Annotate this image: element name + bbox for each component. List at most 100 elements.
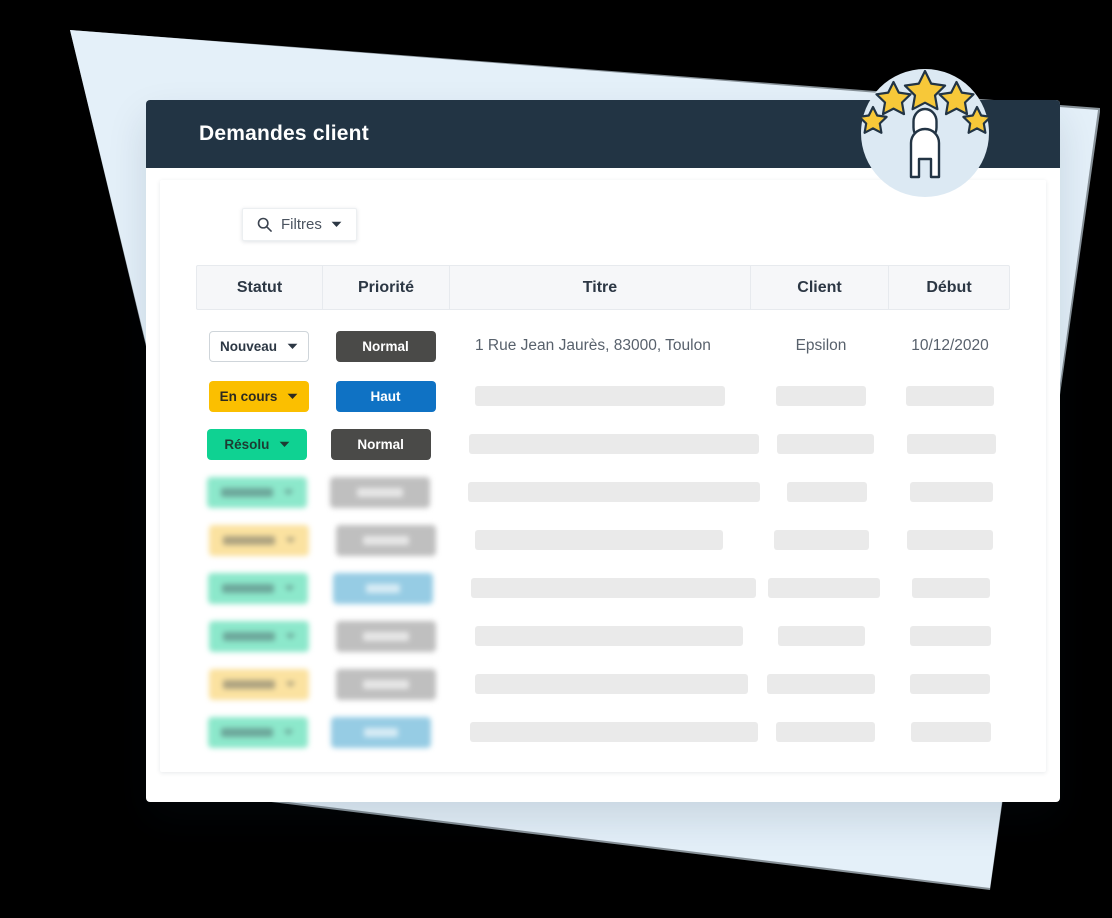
search-icon <box>257 217 272 232</box>
skeleton-bar <box>365 583 400 593</box>
cell-statut <box>196 660 322 708</box>
skeleton-bar <box>362 631 409 641</box>
status-badge-label: Résolu <box>224 436 270 452</box>
cell-debut <box>890 660 1010 708</box>
cell-titre <box>443 420 759 468</box>
cell-statut <box>196 708 319 756</box>
titre-text: 1 Rue Jean Jaurès, 83000, Toulon <box>475 337 711 354</box>
skeleton-bar <box>475 626 743 646</box>
requests-table: Statut Priorité Titre Client Début Nouve… <box>196 265 1010 756</box>
status-badge-label: En cours <box>219 388 278 404</box>
app-window: Demandes client Filtres Statut Priorité … <box>146 100 1060 802</box>
priority-badge <box>329 476 430 508</box>
cell-client <box>752 612 890 660</box>
chevron-down-icon <box>331 221 342 227</box>
status-badge[interactable]: En cours <box>209 380 309 412</box>
debut-text: 10/12/2020 <box>911 337 989 354</box>
priority-badge <box>335 620 436 652</box>
skeleton-bar <box>362 535 409 545</box>
cell-debut <box>894 468 1010 516</box>
status-badge[interactable]: Nouveau <box>209 330 309 362</box>
cell-client: Epsilon <box>752 320 890 372</box>
skeleton-bar <box>907 434 997 454</box>
skeleton-bar <box>475 674 748 694</box>
column-header-priorite[interactable]: Priorité <box>323 266 450 309</box>
chevron-down-icon <box>283 729 294 735</box>
table-row <box>196 612 1010 660</box>
chevron-down-icon <box>285 633 295 639</box>
column-header-client[interactable]: Client <box>751 266 889 309</box>
table-row <box>196 516 1010 564</box>
skeleton-bar <box>907 530 993 550</box>
skeleton-bar <box>468 434 759 454</box>
cell-priorite <box>322 660 449 708</box>
skeleton-bar <box>362 679 409 689</box>
skeleton-bar <box>767 578 880 598</box>
skeleton-bar <box>220 487 273 497</box>
priority-badge-label: Normal <box>357 436 404 452</box>
chevron-down-icon <box>283 489 294 495</box>
cell-titre <box>445 564 757 612</box>
priority-badge-label: Haut <box>370 388 401 404</box>
status-badge <box>207 476 308 508</box>
status-badge-label: Nouveau <box>219 338 277 354</box>
status-badge <box>209 524 309 556</box>
skeleton-bar <box>775 722 875 742</box>
cell-priorite <box>322 516 449 564</box>
skeleton-bar <box>475 530 723 550</box>
skeleton-bar <box>909 626 991 646</box>
column-header-titre[interactable]: Titre <box>450 266 751 309</box>
skeleton-bar <box>469 722 758 742</box>
cell-client <box>758 708 893 756</box>
priority-badge[interactable]: Normal <box>330 428 431 460</box>
cell-titre <box>449 372 752 420</box>
chevron-down-icon <box>279 441 290 447</box>
skeleton-bar <box>222 535 275 545</box>
skeleton-bar <box>475 386 725 406</box>
cell-statut: En cours <box>196 372 322 420</box>
cell-titre: 1 Rue Jean Jaurès, 83000, Toulon <box>449 320 752 372</box>
chevron-down-icon <box>284 585 294 591</box>
status-badge <box>207 716 308 748</box>
cell-debut <box>893 708 1010 756</box>
skeleton-bar <box>910 482 994 502</box>
window-title-bar: Demandes client <box>146 100 1060 168</box>
column-header-statut[interactable]: Statut <box>197 266 323 309</box>
skeleton-bar <box>767 674 875 694</box>
priority-badge-label: Normal <box>362 338 409 354</box>
cell-statut: Résolu <box>196 420 319 468</box>
cell-priorite <box>318 468 441 516</box>
cell-debut <box>890 372 1010 420</box>
table-row: Nouveau Normal 1 Rue Jean Jaurès, 83000, T… <box>196 320 1010 372</box>
skeleton-bar <box>911 578 990 598</box>
cell-client <box>756 564 892 612</box>
skeleton-bar <box>471 578 757 598</box>
chevron-down-icon <box>285 681 295 687</box>
content-panel: Filtres Statut Priorité Titre Client Déb… <box>160 180 1046 772</box>
priority-badge[interactable]: Haut <box>335 380 436 412</box>
cell-priorite <box>319 708 443 756</box>
cell-priorite <box>320 564 445 612</box>
filters-button-label: Filtres <box>281 216 322 233</box>
cell-debut: 10/12/2020 <box>890 320 1010 372</box>
skeleton-bar <box>773 530 869 550</box>
cell-debut <box>892 564 1010 612</box>
cell-titre <box>442 468 760 516</box>
cell-priorite: Normal <box>322 320 449 372</box>
chevron-down-icon <box>285 537 295 543</box>
filters-button[interactable]: Filtres <box>242 208 357 241</box>
skeleton-bar <box>467 482 760 502</box>
priority-badge[interactable]: Normal <box>335 330 436 362</box>
cell-client <box>752 516 890 564</box>
priority-badge <box>335 668 436 700</box>
chevron-down-icon <box>287 393 298 399</box>
skeleton-bar <box>911 722 992 742</box>
table-row <box>196 564 1010 612</box>
table-row <box>196 708 1010 756</box>
cell-titre <box>449 660 752 708</box>
status-badge[interactable]: Résolu <box>207 428 308 460</box>
skeleton-bar <box>221 583 274 593</box>
column-header-debut[interactable]: Début <box>889 266 1009 309</box>
priority-badge <box>332 572 433 604</box>
table-body: Nouveau Normal 1 Rue Jean Jaurès, 83000, T… <box>196 320 1010 756</box>
